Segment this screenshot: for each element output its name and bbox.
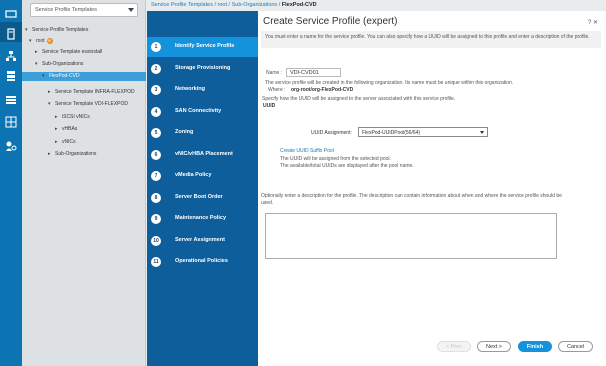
help-close-icons[interactable]: ? ✕ xyxy=(588,19,598,26)
pool-note-1: The UUID will be assigned from the selec… xyxy=(280,156,391,162)
pool-note-2: The available/total UUIDs are displayed … xyxy=(280,163,414,169)
step-networking[interactable]: 3 Networking xyxy=(147,80,258,100)
org-badge-icon: ⊕ xyxy=(46,37,53,44)
uuid-heading: UUID xyxy=(263,103,276,109)
cancel-button[interactable]: Cancel xyxy=(558,341,593,352)
wizard-content: Create Service Profile (expert) ? ✕ You … xyxy=(258,11,606,366)
where-label: Where : xyxy=(268,87,286,93)
tree-toggle-icon[interactable]: ▸ xyxy=(48,88,55,97)
wizard-title: Create Service Profile (expert) xyxy=(263,16,398,27)
name-input[interactable] xyxy=(286,68,341,77)
chevron-down-icon xyxy=(480,131,484,134)
step-zoning[interactable]: 5 Zoning xyxy=(147,123,258,143)
tree-node-vhbas[interactable]: ▸ vHBAs xyxy=(55,125,77,134)
tree-toggle-icon[interactable]: ▾ xyxy=(29,37,36,46)
where-value: org-root/org-FlexPod-CVD xyxy=(291,87,354,93)
tree-toggle-icon[interactable]: ▾ xyxy=(35,60,42,69)
breadcrumb-link[interactable]: Sub-Organizations xyxy=(232,2,278,8)
uuid-assignment-label: UUID Assignment: xyxy=(311,130,352,136)
tree-node-root[interactable]: ▾ root ⊕ xyxy=(29,37,53,46)
step-vmedia-policy[interactable]: 7 vMedia Policy xyxy=(147,166,258,186)
equipment-icon[interactable] xyxy=(4,8,18,20)
uuid-note: Specify how the UUID will be assigned to… xyxy=(262,96,456,102)
tree-node-service-template-esxinstall[interactable]: ▸ Service Template esxinstall xyxy=(35,48,102,57)
storage-icon[interactable] xyxy=(4,116,18,128)
tree-toggle-icon[interactable]: ▾ xyxy=(25,26,32,35)
description-note: Optionally enter a description for the p… xyxy=(261,193,562,199)
tree-toggle-icon[interactable]: ▸ xyxy=(55,125,62,134)
description-note-2: used. xyxy=(261,200,274,206)
tree-toggle-icon[interactable]: ▸ xyxy=(35,48,42,57)
step-operational-policies[interactable]: 11 Operational Policies xyxy=(147,252,258,272)
nav-rail xyxy=(0,0,22,366)
tree-toggle-icon[interactable]: ▸ xyxy=(55,138,62,147)
san-icon[interactable] xyxy=(4,70,18,82)
name-label: Name : xyxy=(266,70,283,76)
uuid-assignment-select[interactable]: FlexPod-UUIDPool(56/64) xyxy=(358,127,488,137)
admin-icon[interactable] xyxy=(4,140,18,152)
chevron-down-icon xyxy=(128,8,134,12)
tree-toggle-icon[interactable]: ▾ xyxy=(48,100,55,109)
tree-node-service-template-infra-flexpod[interactable]: ▸ Service Template INFRA-FLEXPOD xyxy=(48,88,135,97)
tree-toggle-icon[interactable]: ▾ xyxy=(42,72,49,81)
tree-node-sub-organizations[interactable]: ▾ Sub-Organizations xyxy=(35,60,83,69)
vm-icon[interactable] xyxy=(4,94,18,106)
tree-node-vnics[interactable]: ▸ vNICs xyxy=(55,138,76,147)
step-identify-service-profile[interactable]: 1 Identify Service Profile xyxy=(147,37,258,57)
tree-node-service-template-vdi-flexpod[interactable]: ▾ Service Template VDI-FLEXPOD xyxy=(48,100,128,109)
step-san-connectivity[interactable]: 4 SAN Connectivity xyxy=(147,102,258,122)
lan-icon[interactable] xyxy=(4,50,18,62)
step-server-boot-order[interactable]: 8 Server Boot Order xyxy=(147,188,258,208)
tree-node-iscsi-vnics[interactable]: ▸ iSCSI vNICs xyxy=(55,113,90,122)
filter-value: Service Profile Templates xyxy=(35,7,97,13)
breadcrumb-link[interactable]: root xyxy=(218,2,227,8)
breadcrumb: Service Profile Templates / root / Sub-O… xyxy=(147,0,606,10)
tree-toggle-icon[interactable]: ▸ xyxy=(48,150,55,159)
org-note: The service profile will be created in t… xyxy=(265,80,514,86)
tree-node-service-profile-templates[interactable]: ▾ Service Profile Templates xyxy=(25,26,88,35)
servers-icon[interactable] xyxy=(0,22,22,42)
step-vnic-vhba-placement[interactable]: 6 vNIC/vHBA Placement xyxy=(147,145,258,165)
finish-button[interactable]: Finish xyxy=(518,341,552,352)
filter-dropdown[interactable]: Service Profile Templates xyxy=(30,3,138,17)
step-maintenance-policy[interactable]: 9 Maintenance Policy xyxy=(147,209,258,229)
description-textarea[interactable] xyxy=(265,213,557,259)
next-button[interactable]: Next > xyxy=(477,341,511,352)
prev-button[interactable]: < Prev xyxy=(437,341,471,352)
intro-message: You must enter a name for the service pr… xyxy=(261,31,601,48)
tree-node-flexpod-cvd[interactable]: ▾ FlexPod-CVD xyxy=(22,72,146,81)
step-server-assignment[interactable]: 10 Server Assignment xyxy=(147,231,258,251)
create-uuid-suffix-pool-link[interactable]: Create UUID Suffix Pool xyxy=(280,148,334,154)
tree-toggle-icon[interactable]: ▸ xyxy=(55,113,62,122)
wizard-steps: 1 Identify Service Profile 2 Storage Provi… xyxy=(147,11,258,366)
breadcrumb-current: FlexPod-CVD xyxy=(281,2,317,8)
breadcrumb-link[interactable]: Service Profile Templates xyxy=(151,2,213,8)
tree-node-sub-organizations-2[interactable]: ▸ Sub-Organizations xyxy=(48,150,96,159)
step-storage-provisioning[interactable]: 2 Storage Provisioning xyxy=(147,59,258,79)
